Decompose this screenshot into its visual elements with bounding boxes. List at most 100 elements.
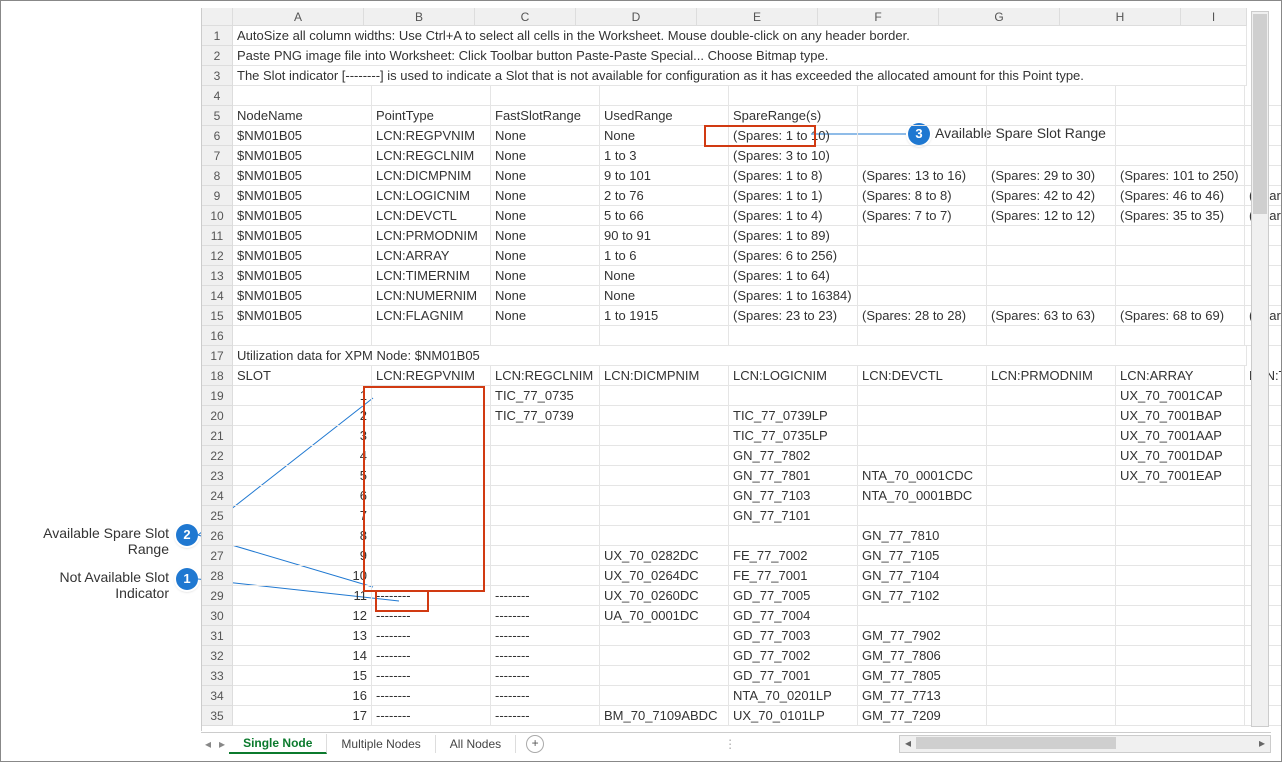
row-header-24[interactable]: 24 — [202, 486, 233, 506]
cell-10-B[interactable]: LCN:DEVCTL — [372, 206, 491, 226]
cell-15-H[interactable]: (Spares: 68 to 69) — [1116, 306, 1245, 326]
cell-16-A[interactable] — [233, 326, 372, 346]
cell-32-B[interactable]: -------- — [372, 646, 491, 666]
row-header-3[interactable]: 3 — [202, 66, 233, 86]
cell-10-E[interactable]: (Spares: 1 to 4) — [729, 206, 858, 226]
cell-20-C[interactable]: TIC_77_0739 — [491, 406, 600, 426]
row-header-7[interactable]: 7 — [202, 146, 233, 166]
cell-26-G[interactable] — [987, 526, 1116, 546]
cell-4-F[interactable] — [858, 86, 987, 106]
cell-5-H[interactable] — [1116, 106, 1245, 126]
row-header-5[interactable]: 5 — [202, 106, 233, 126]
cell-12-G[interactable] — [987, 246, 1116, 266]
cell-33-D[interactable] — [600, 666, 729, 686]
cell-29-F[interactable]: GN_77_7102 — [858, 586, 987, 606]
cell-11-F[interactable] — [858, 226, 987, 246]
cell-12-A[interactable]: $NM01B05 — [233, 246, 372, 266]
cell-4-C[interactable] — [491, 86, 600, 106]
cell-26-C[interactable] — [491, 526, 600, 546]
row-header-17[interactable]: 17 — [202, 346, 233, 366]
cell-30-F[interactable] — [858, 606, 987, 626]
cell-22-F[interactable] — [858, 446, 987, 466]
cell-18-D[interactable]: LCN:DICMPNIM — [600, 366, 729, 386]
cell-7-G[interactable] — [987, 146, 1116, 166]
cell-15-A[interactable]: $NM01B05 — [233, 306, 372, 326]
cell-34-G[interactable] — [987, 686, 1116, 706]
row-header-19[interactable]: 19 — [202, 386, 233, 406]
cell-14-B[interactable]: LCN:NUMERNIM — [372, 286, 491, 306]
cell-25-B[interactable] — [372, 506, 491, 526]
cell-33-A[interactable]: 15 — [233, 666, 372, 686]
row-header-16[interactable]: 16 — [202, 326, 233, 346]
cell-12-F[interactable] — [858, 246, 987, 266]
row-header-30[interactable]: 30 — [202, 606, 233, 626]
cell-23-A[interactable]: 5 — [233, 466, 372, 486]
cell-32-F[interactable]: GM_77_7806 — [858, 646, 987, 666]
cell-11-H[interactable] — [1116, 226, 1245, 246]
cell-31-E[interactable]: GD_77_7003 — [729, 626, 858, 646]
cell-24-C[interactable] — [491, 486, 600, 506]
hscroll-thumb[interactable] — [916, 737, 1116, 749]
col-header-I[interactable]: I — [1181, 8, 1247, 26]
cell-25-E[interactable]: GN_77_7101 — [729, 506, 858, 526]
cell-14-D[interactable]: None — [600, 286, 729, 306]
cell-5-E[interactable]: SpareRange(s) — [729, 106, 858, 126]
cell-11-G[interactable] — [987, 226, 1116, 246]
cell-7-E[interactable]: (Spares: 3 to 10) — [729, 146, 858, 166]
cell-10-D[interactable]: 5 to 66 — [600, 206, 729, 226]
cell-13-H[interactable] — [1116, 266, 1245, 286]
cell-6-G[interactable] — [987, 126, 1116, 146]
cell-22-D[interactable] — [600, 446, 729, 466]
cell-35-D[interactable]: BM_70_7109ABDC — [600, 706, 729, 726]
cell-16-F[interactable] — [858, 326, 987, 346]
cell-24-A[interactable]: 6 — [233, 486, 372, 506]
cell-20-D[interactable] — [600, 406, 729, 426]
cell-33-B[interactable]: -------- — [372, 666, 491, 686]
cell-15-E[interactable]: (Spares: 23 to 23) — [729, 306, 858, 326]
cell-20-H[interactable]: UX_70_7001BAP — [1116, 406, 1245, 426]
cell-18-F[interactable]: LCN:DEVCTL — [858, 366, 987, 386]
cell-11-E[interactable]: (Spares: 1 to 89) — [729, 226, 858, 246]
cell-23-B[interactable] — [372, 466, 491, 486]
cell-22-A[interactable]: 4 — [233, 446, 372, 466]
row-header-32[interactable]: 32 — [202, 646, 233, 666]
cell-14-H[interactable] — [1116, 286, 1245, 306]
cell-25-F[interactable] — [858, 506, 987, 526]
cell-18-E[interactable]: LCN:LOGICNIM — [729, 366, 858, 386]
cell-7-A[interactable]: $NM01B05 — [233, 146, 372, 166]
cell-26-F[interactable]: GN_77_7810 — [858, 526, 987, 546]
tab-nav-first-icon[interactable]: ◂ — [201, 737, 215, 751]
cell-25-A[interactable]: 7 — [233, 506, 372, 526]
cell-6-F[interactable] — [858, 126, 987, 146]
cell-27-C[interactable] — [491, 546, 600, 566]
cell-27-H[interactable] — [1116, 546, 1245, 566]
cell-9-H[interactable]: (Spares: 46 to 46) — [1116, 186, 1245, 206]
cell-19-G[interactable] — [987, 386, 1116, 406]
cell-22-H[interactable]: UX_70_7001DAP — [1116, 446, 1245, 466]
row-header-8[interactable]: 8 — [202, 166, 233, 186]
row-header-6[interactable]: 6 — [202, 126, 233, 146]
cell-10-A[interactable]: $NM01B05 — [233, 206, 372, 226]
cell-33-H[interactable] — [1116, 666, 1245, 686]
cell-7-D[interactable]: 1 to 3 — [600, 146, 729, 166]
cell-27-B[interactable] — [372, 546, 491, 566]
cell-23-G[interactable] — [987, 466, 1116, 486]
cell-4-E[interactable] — [729, 86, 858, 106]
col-header-B[interactable]: B — [364, 8, 475, 26]
cell-13-A[interactable]: $NM01B05 — [233, 266, 372, 286]
cell-30-E[interactable]: GD_77_7004 — [729, 606, 858, 626]
cell-21-G[interactable] — [987, 426, 1116, 446]
row-header-22[interactable]: 22 — [202, 446, 233, 466]
cell-7-F[interactable] — [858, 146, 987, 166]
cell-24-G[interactable] — [987, 486, 1116, 506]
cell-28-G[interactable] — [987, 566, 1116, 586]
cell-29-C[interactable]: -------- — [491, 586, 600, 606]
cell-27-A[interactable]: 9 — [233, 546, 372, 566]
row-header-25[interactable]: 25 — [202, 506, 233, 526]
cell-13-D[interactable]: None — [600, 266, 729, 286]
tab-nav-prev-icon[interactable]: ▸ — [215, 737, 229, 751]
cell-6-C[interactable]: None — [491, 126, 600, 146]
cell-30-D[interactable]: UA_70_0001DC — [600, 606, 729, 626]
cell-13-C[interactable]: None — [491, 266, 600, 286]
cell-35-F[interactable]: GM_77_7209 — [858, 706, 987, 726]
